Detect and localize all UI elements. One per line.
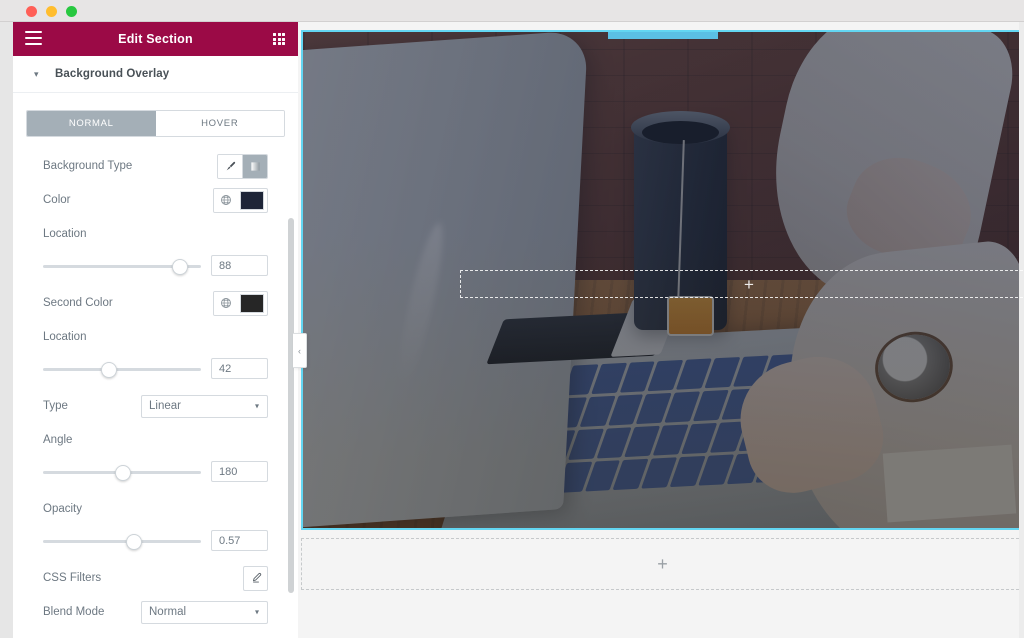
slider-row-opacity: 0.57 <box>30 526 280 561</box>
tea-bag-tag <box>667 296 715 336</box>
location-1-value[interactable]: 88 <box>211 255 268 276</box>
control-label: Type <box>43 400 68 412</box>
canvas-scrollbar[interactable] <box>1019 22 1024 638</box>
globe-icon-button[interactable] <box>214 291 238 315</box>
control-label: Location <box>43 228 87 240</box>
type-select-value: Linear <box>149 400 181 412</box>
blend-mode-select[interactable]: Normal ▾ <box>141 600 268 624</box>
globe-icon-button[interactable] <box>214 188 238 212</box>
coffee-cup <box>630 110 730 336</box>
control-blend-mode: Blend Mode Normal ▾ <box>30 595 280 629</box>
slider-handle[interactable] <box>100 361 117 378</box>
traffic-lights <box>26 6 77 17</box>
section-title: Background Overlay <box>55 68 170 80</box>
cup-opening <box>642 121 719 145</box>
control-location-2: Location <box>30 320 280 354</box>
blend-mode-value: Normal <box>149 606 187 618</box>
settings-panel: Edit Section ▾ Background Overlay NORMAL… <box>13 22 298 638</box>
slider-handle[interactable] <box>171 258 188 275</box>
location-2-value[interactable]: 42 <box>211 358 268 379</box>
control-label: Opacity <box>43 503 82 515</box>
control-label: Background Type <box>43 160 133 172</box>
add-new-section-area[interactable]: + <box>301 538 1024 590</box>
control-opacity: Opacity <box>30 492 280 526</box>
state-tabs: NORMAL HOVER <box>26 110 285 137</box>
add-widget-icon: + <box>744 274 754 294</box>
opacity-slider[interactable] <box>43 533 201 550</box>
angle-slider[interactable] <box>43 464 201 481</box>
close-window-button[interactable] <box>26 6 37 17</box>
slider-handle[interactable] <box>115 464 131 481</box>
brush-icon <box>226 161 235 170</box>
controls-bottom-gap <box>30 629 280 638</box>
chevron-down-icon: ▾ <box>254 607 259 617</box>
color-swatch[interactable] <box>240 190 264 210</box>
second-color-picker <box>213 290 268 316</box>
background-type-toggle <box>217 153 268 179</box>
control-css-filters: CSS Filters <box>30 561 280 595</box>
elementor-editor-window: Edit Section ▾ Background Overlay NORMAL… <box>0 0 1024 638</box>
window-titlebar <box>0 0 1024 22</box>
opacity-value[interactable]: 0.57 <box>211 530 268 551</box>
controls-list: Background Type Color Location 88 Second… <box>13 149 298 638</box>
lid-reflection <box>390 221 451 387</box>
control-label: Angle <box>43 434 73 446</box>
chevron-down-icon: ▾ <box>34 68 39 79</box>
type-select[interactable]: Linear ▾ <box>141 394 268 418</box>
globe-icon <box>221 195 231 205</box>
color-swatch[interactable] <box>240 293 264 313</box>
gradient-icon <box>250 161 260 171</box>
slider-row-angle: 180 <box>30 457 280 492</box>
css-filters-edit-button[interactable] <box>243 565 268 591</box>
slider-track <box>43 367 201 371</box>
brush-icon-button[interactable] <box>218 154 242 178</box>
preview-canvas: + + <box>298 22 1024 638</box>
panel-collapse-handle[interactable]: ‹ <box>293 333 307 368</box>
panel-header: Edit Section <box>13 22 298 56</box>
slider-handle[interactable] <box>126 533 143 550</box>
minimize-window-button[interactable] <box>46 6 57 17</box>
column-placeholder[interactable]: + <box>460 270 1024 298</box>
panel-scrollbar-thumb[interactable] <box>288 218 294 593</box>
pencil-icon <box>252 572 261 583</box>
control-label: Blend Mode <box>43 606 105 618</box>
slider-row-location-2: 42 <box>30 354 280 389</box>
slider-row-location-1: 88 <box>30 251 280 286</box>
gradient-icon-button[interactable] <box>242 154 267 178</box>
panel-body: ▾ Background Overlay NORMAL HOVER Backgr… <box>13 56 298 638</box>
control-second-color: Second Color <box>30 286 280 320</box>
control-label: Second Color <box>43 297 113 309</box>
section-background-overlay-header[interactable]: ▾ Background Overlay <box>13 56 298 93</box>
chevron-down-icon: ▾ <box>254 401 259 411</box>
control-type: Type Linear ▾ <box>30 389 280 423</box>
section-handle-tab[interactable] <box>607 32 718 39</box>
add-section-icon: + <box>657 554 668 574</box>
notepad <box>883 444 1018 523</box>
control-angle: Angle <box>30 423 280 457</box>
location-1-slider[interactable] <box>43 258 201 275</box>
control-label: CSS Filters <box>43 572 102 584</box>
control-label: Location <box>43 331 87 343</box>
control-label: Color <box>43 194 71 206</box>
tab-normal[interactable]: NORMAL <box>27 111 156 136</box>
slider-track <box>43 539 201 543</box>
control-location-1: Location <box>30 217 280 251</box>
location-2-slider[interactable] <box>43 361 201 378</box>
panel-title: Edit Section <box>118 32 193 46</box>
hamburger-menu-icon[interactable] <box>25 31 42 45</box>
globe-icon <box>221 298 231 308</box>
grid-apps-icon[interactable] <box>273 33 285 45</box>
tab-hover[interactable]: HOVER <box>155 111 284 136</box>
maximize-window-button[interactable] <box>66 6 77 17</box>
control-color: Color <box>30 183 280 217</box>
angle-value[interactable]: 180 <box>211 461 268 482</box>
color-picker <box>213 187 268 213</box>
control-background-type: Background Type <box>30 149 280 183</box>
